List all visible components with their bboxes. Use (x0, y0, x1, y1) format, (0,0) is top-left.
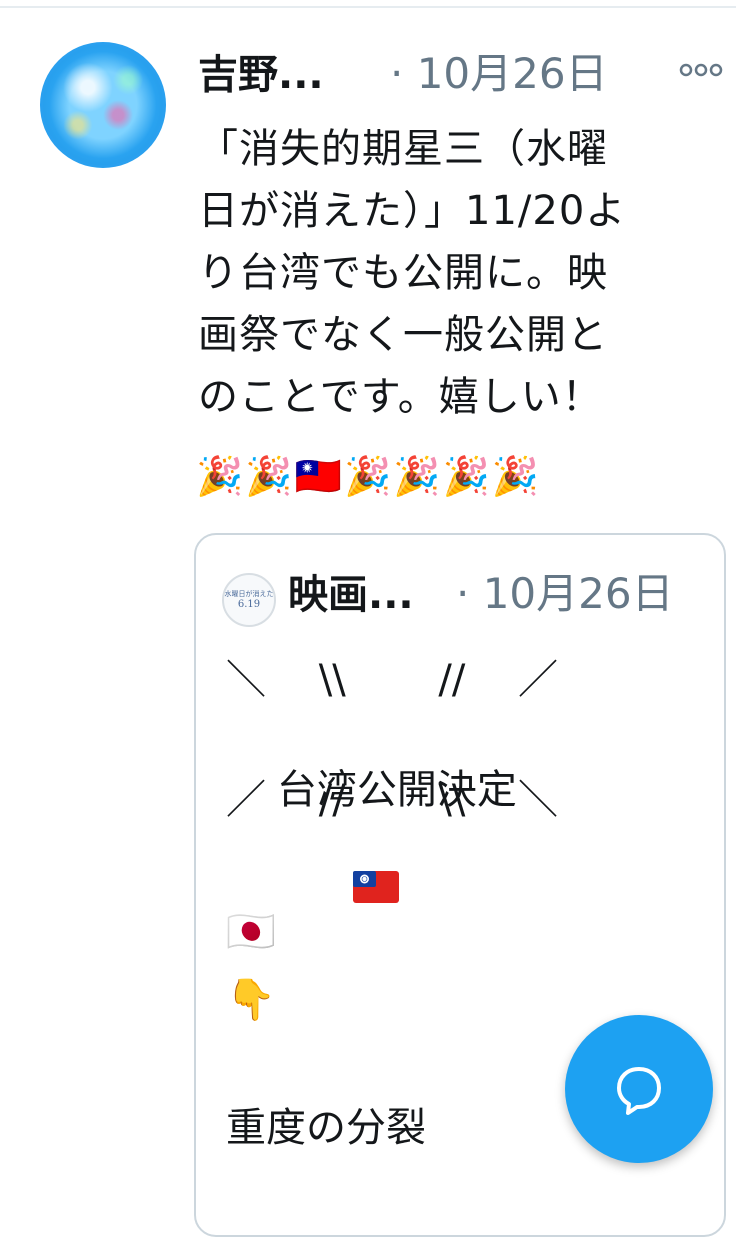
quoted-headline: 台湾公開決定 (226, 715, 517, 1015)
quoted-avatar[interactable]: 水曜日が消えた 6.19 (222, 573, 276, 627)
tweet-timestamp[interactable]: · 10月26日 (390, 48, 608, 100)
quoted-author-name[interactable]: 映画... (288, 569, 414, 621)
decoration-top: ＼ \\ // ／ (226, 657, 559, 703)
compose-button[interactable] (565, 1015, 713, 1163)
chat-bubble-icon (617, 1067, 661, 1115)
avatar[interactable] (40, 42, 166, 168)
decoration-bottom: ／ // \\ ＼ (226, 777, 559, 823)
tweet-text-line: 「消失的期星三（水曜 (198, 126, 608, 172)
tweet-text: 「消失的期星三（水曜 日が消えた）」11/20よ り台湾でも公開に。映 画祭でな… (198, 118, 718, 428)
top-divider (0, 6, 736, 8)
quoted-avatar-date: 6.19 (237, 598, 261, 610)
more-options-icon[interactable] (678, 62, 724, 78)
pointing-down-icon: 👇 (226, 977, 276, 1023)
author-name[interactable]: 吉野... (198, 50, 324, 100)
tweet-text-line: り台湾でも公開に。映 (198, 250, 608, 296)
quoted-last-line: 重度の分裂 (226, 1105, 426, 1151)
taiwan-flag-icon (277, 815, 400, 965)
party-popper-emoji-row: 🎉🎉🇹🇼🎉🎉🎉🎉 (196, 454, 542, 498)
japan-flag-icon: 🇯🇵 (226, 909, 276, 955)
quoted-timestamp[interactable]: · 10月26日 (456, 567, 674, 621)
tweet-text-line: 画祭でなく一般公開と (198, 312, 608, 358)
quoted-avatar-text: 水曜日が消えた (224, 589, 274, 598)
tweet-text-line: のことです。嬉しい！ (198, 374, 603, 420)
tweet-text-line: 日が消えた）」11/20よ (198, 188, 627, 234)
